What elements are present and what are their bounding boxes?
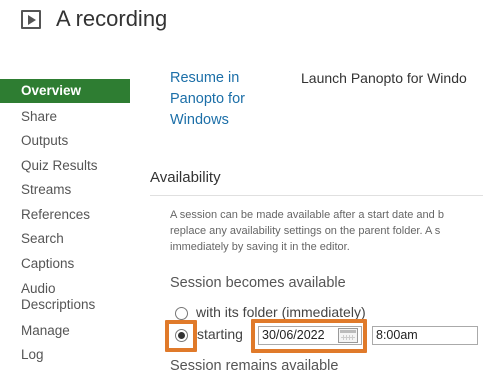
- play-icon: [21, 10, 41, 29]
- availability-description-line-2: replace any availability settings on the…: [170, 225, 441, 237]
- launch-panopto-text: Launch Panopto for Windo: [301, 70, 467, 86]
- radio-starting[interactable]: [175, 329, 188, 342]
- sidebar-item-outputs[interactable]: Outputs: [0, 133, 130, 149]
- divider: [150, 195, 483, 196]
- sidebar-item-quiz-results[interactable]: Quiz Results: [0, 158, 130, 174]
- resume-in-panopto-link[interactable]: Resume in Panopto for Windows: [170, 68, 280, 131]
- page-title: A recording: [56, 6, 168, 31]
- sidebar-item-log[interactable]: Log: [0, 347, 130, 363]
- start-time-input[interactable]: 8:00am: [372, 326, 478, 345]
- becomes-available-heading: Session becomes available: [170, 275, 346, 291]
- sidebar-item-streams[interactable]: Streams: [0, 182, 130, 198]
- availability-description-line-3: immediately by saving it in the editor.: [170, 241, 350, 253]
- sidebar-item-overview[interactable]: Overview: [0, 79, 130, 103]
- sidebar-item-share[interactable]: Share: [0, 109, 130, 125]
- radio-with-folder[interactable]: [175, 307, 188, 320]
- sidebar-item-search[interactable]: Search: [0, 231, 130, 247]
- radio-starting-label: starting: [197, 326, 243, 342]
- sidebar-item-captions[interactable]: Captions: [0, 256, 130, 272]
- header: A recording: [0, 0, 483, 44]
- radio-with-folder-label: with its folder (immediately): [196, 304, 366, 320]
- calendar-icon[interactable]: [338, 328, 358, 343]
- sidebar-item-audio-descriptions[interactable]: Audio Descriptions: [0, 281, 110, 313]
- remains-available-heading: Session remains available: [170, 358, 339, 374]
- sidebar-item-manage[interactable]: Manage: [0, 323, 130, 339]
- session-settings-page: A recording Overview Share Outputs Quiz …: [0, 0, 483, 388]
- sidebar-item-references[interactable]: References: [0, 207, 130, 223]
- availability-heading: Availability: [150, 169, 221, 186]
- availability-description-line-1: A session can be made available after a …: [170, 209, 444, 221]
